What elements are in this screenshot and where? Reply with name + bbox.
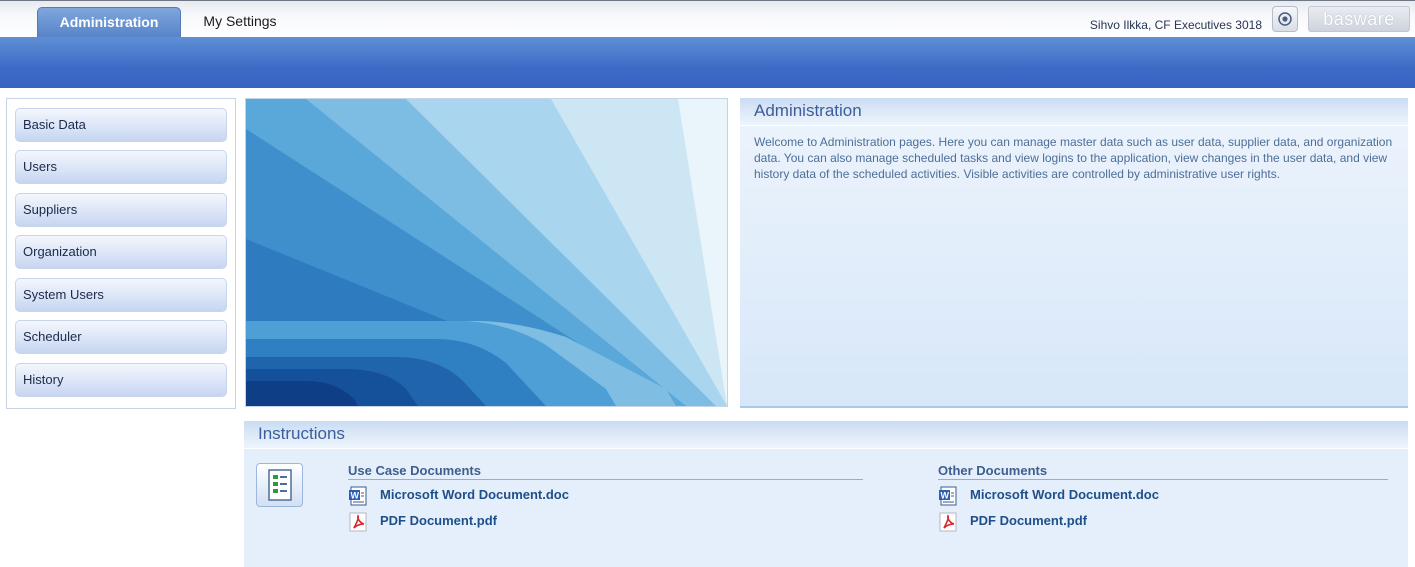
use-case-documents: Use Case Documents W Microsoft Word Docu… [348,463,863,532]
sidebar-item-scheduler[interactable]: Scheduler [15,320,227,354]
administration-panel: Administration Welcome to Administration… [740,98,1408,408]
use-case-documents-title: Use Case Documents [348,463,863,480]
document-list-button[interactable] [256,463,303,507]
brand-logo: basware [1308,6,1410,32]
sidebar-item-system-users[interactable]: System Users [15,278,227,312]
other-documents-title: Other Documents [938,463,1388,480]
use-case-pdf-document-link[interactable]: PDF Document.pdf [348,510,863,532]
banner-image [245,98,728,407]
record-icon [1278,12,1292,26]
header-band [0,37,1415,88]
other-word-document-link[interactable]: W Microsoft Word Document.doc [938,484,1388,506]
svg-text:W: W [351,491,360,501]
other-pdf-document-link[interactable]: PDF Document.pdf [938,510,1388,532]
user-menu-button[interactable] [1272,6,1298,32]
top-bar: Administration My Settings Sihvo Ilkka, … [0,0,1415,38]
svg-text:W: W [941,491,950,501]
administration-description: Welcome to Administration pages. Here yo… [754,135,1393,181]
sidebar-item-users[interactable]: Users [15,150,227,184]
pdf-icon [349,512,367,532]
tab-my-settings[interactable]: My Settings [190,7,290,38]
document-label: Microsoft Word Document.doc [380,487,569,502]
document-label: PDF Document.pdf [380,513,497,528]
word-doc-icon: W [939,486,957,506]
document-label: Microsoft Word Document.doc [970,487,1159,502]
word-doc-icon: W [349,486,367,506]
sidebar-item-history[interactable]: History [15,363,227,397]
panel-title: Administration [740,98,1408,126]
sidebar-item-organization[interactable]: Organization [15,235,227,269]
sidebar: Basic Data Users Suppliers Organization … [6,98,236,409]
use-case-word-document-link[interactable]: W Microsoft Word Document.doc [348,484,863,506]
other-documents: Other Documents W Microsoft Word Documen… [938,463,1388,532]
user-name-label: Sihvo Ilkka, CF Executives 3018 [1089,18,1262,32]
pdf-icon [939,512,957,532]
sidebar-item-suppliers[interactable]: Suppliers [15,193,227,227]
tab-administration[interactable]: Administration [37,7,181,38]
instructions-title: Instructions [244,421,1408,449]
sidebar-item-basic-data[interactable]: Basic Data [15,108,227,142]
document-label: PDF Document.pdf [970,513,1087,528]
document-list-icon [268,469,292,501]
instructions-panel: Instructions Use Case Documents W Micros… [244,421,1408,567]
